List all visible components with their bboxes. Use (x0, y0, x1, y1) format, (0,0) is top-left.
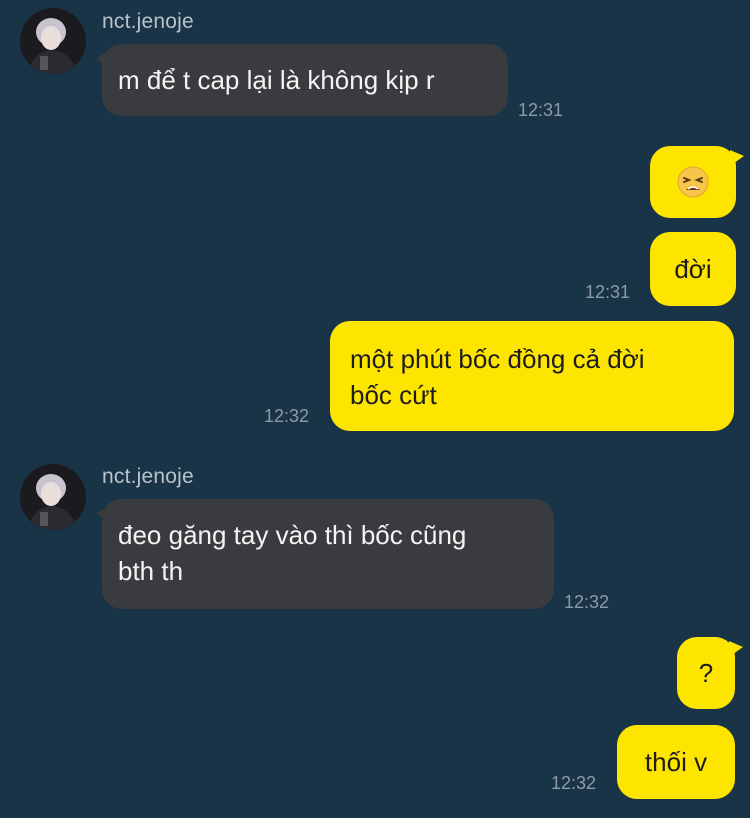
outgoing-message-bubble[interactable]: thối v (617, 725, 735, 799)
outgoing-message-bubble[interactable]: ? (677, 637, 743, 709)
sender-name: nct.jenoje (102, 465, 194, 488)
message-timestamp: 12:31 (518, 100, 564, 120)
incoming-message-bubble[interactable]: đeo găng tay vào thì bốc cũng bth th (96, 499, 554, 609)
tired-face-emoji-icon (677, 166, 709, 198)
outgoing-emoji-bubble[interactable] (650, 146, 744, 218)
message-timestamp: 12:32 (264, 406, 310, 426)
profile-photo-icon (20, 8, 86, 74)
profile-photo-icon (20, 464, 86, 530)
sender-name: nct.jenoje (102, 10, 194, 33)
sender-avatar[interactable] (20, 8, 86, 74)
message-timestamp: 12:32 (551, 773, 597, 793)
incoming-message-bubble[interactable]: m để t cap lại là không kịp r (96, 44, 508, 116)
sender-avatar[interactable] (20, 464, 86, 530)
outgoing-message-bubble[interactable]: đời (650, 232, 736, 306)
message-timestamp: 12:31 (585, 282, 631, 302)
chat-thread[interactable]: nct.jenoje m để t cap lại là không kịp r… (0, 0, 750, 818)
message-timestamp: 12:32 (564, 592, 610, 612)
outgoing-message-bubble[interactable]: một phút bốc đồng cả đời bốc cứt (330, 321, 734, 431)
